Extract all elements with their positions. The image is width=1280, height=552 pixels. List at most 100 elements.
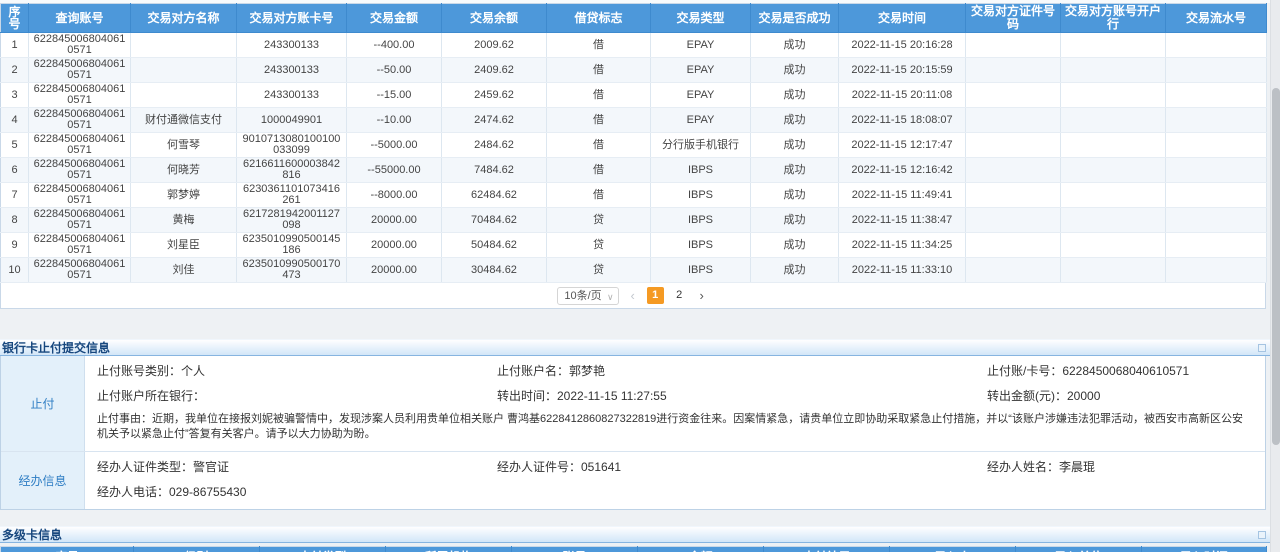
table-row: 7 6228450068040610571 郭梦婷 62303611010734… [1, 183, 1267, 208]
cell-debit-credit-flag: 借 [547, 58, 651, 83]
cell-serial-no [1166, 158, 1267, 183]
cell-counterparty-name [131, 58, 237, 83]
cell-counterparty-id [966, 133, 1061, 158]
cell-counterparty-name: 黄梅 [131, 208, 237, 233]
field-stop-account-type: 止付账号类别：个人 [85, 359, 485, 384]
table-row: 2 6228450068040610571 243300133 --50.00 … [1, 58, 1267, 83]
cell-time: 2022-11-15 11:33:10 [839, 258, 966, 283]
transactions-table: 序号 查询账号 交易对方名称 交易对方账卡号 交易金额 交易余额 借贷标志 交易… [0, 3, 1267, 283]
col-header-mc-entry-unit: 录入单位 [1016, 547, 1142, 552]
cell-counterparty-name: 何雪琴 [131, 133, 237, 158]
scrollbar-thumb[interactable] [1272, 88, 1280, 445]
col-header-mc-institution: 所属机构 [386, 547, 512, 552]
cell-query-account: 6228450068040610571 [29, 133, 131, 158]
col-header-debit-credit-flag: 借贷标志 [547, 4, 651, 33]
multi-card-section-title: 多级卡信息 [0, 526, 1280, 543]
col-header-mc-entered-by: 录入人 [890, 547, 1016, 552]
cell-amount: --15.00 [347, 83, 442, 108]
cell-query-account: 6228450068040610571 [29, 158, 131, 183]
cell-debit-credit-flag: 借 [547, 183, 651, 208]
collapse-icon[interactable] [1258, 531, 1266, 539]
chevron-right-icon: › [699, 288, 703, 303]
cell-amount: --8000.00 [347, 183, 442, 208]
cell-counterparty-name [131, 33, 237, 58]
stop-payment-panel: 止付 止付账号类别：个人 止付账户名：郭梦艳 止付账/卡号：6228450068… [0, 356, 1266, 510]
cell-counterparty-bank [1061, 133, 1166, 158]
table-row: 3 6228450068040610571 243300133 --15.00 … [1, 83, 1267, 108]
cell-seq: 7 [1, 183, 29, 208]
cell-query-account: 6228450068040610571 [29, 258, 131, 283]
col-header-seq: 序号 [1, 4, 29, 33]
cell-counterparty-id [966, 233, 1061, 258]
cell-balance: 2459.62 [442, 83, 547, 108]
cell-counterparty-id [966, 258, 1061, 283]
multi-card-section-title-text: 多级卡信息 [2, 528, 62, 542]
cell-counterparty-card: 6216611600003842816 [237, 158, 347, 183]
prev-page-button[interactable]: ‹ [626, 287, 640, 305]
agent-info-group-label: 经办信息 [1, 452, 85, 509]
stop-payment-group-label: 止付 [1, 356, 85, 451]
cell-counterparty-bank [1061, 233, 1166, 258]
col-header-mc-result: 止付结果 [764, 547, 890, 552]
cell-balance: 2409.62 [442, 58, 547, 83]
cell-debit-credit-flag: 贷 [547, 208, 651, 233]
col-header-serial-no: 交易流水号 [1166, 4, 1267, 33]
cell-seq: 5 [1, 133, 29, 158]
next-page-button[interactable]: › [695, 287, 709, 305]
chevron-down-icon: ∨ [607, 289, 614, 305]
stop-payment-section-title: 银行卡止付提交信息 [0, 339, 1280, 356]
cell-counterparty-card: 6235010990500145186 [237, 233, 347, 258]
col-header-counterparty-name: 交易对方名称 [131, 4, 237, 33]
cell-query-account: 6228450068040610571 [29, 33, 131, 58]
cell-balance: 70484.62 [442, 208, 547, 233]
cell-time: 2022-11-15 20:16:28 [839, 33, 966, 58]
cell-serial-no [1166, 108, 1267, 133]
field-transfer-amount: 转出金额(元)：20000 [975, 384, 1265, 409]
cell-counterparty-card: 243300133 [237, 58, 347, 83]
cell-serial-no [1166, 233, 1267, 258]
cell-counterparty-card: 9010713080100100033099 [237, 133, 347, 158]
table-row: 4 6228450068040610571 财付通微信支付 1000049901… [1, 108, 1267, 133]
chevron-left-icon: ‹ [630, 288, 634, 303]
cell-counterparty-bank [1061, 258, 1166, 283]
cell-success: 成功 [751, 258, 839, 283]
cell-debit-credit-flag: 借 [547, 108, 651, 133]
page-button-2[interactable]: 2 [671, 287, 688, 304]
col-header-time: 交易时间 [839, 4, 966, 33]
cell-time: 2022-11-15 12:17:47 [839, 133, 966, 158]
field-agent-cert-type: 经办人证件类型：警官证 [85, 455, 485, 480]
cell-balance: 2484.62 [442, 133, 547, 158]
cell-counterparty-bank [1061, 33, 1166, 58]
cell-counterparty-id [966, 208, 1061, 233]
cell-counterparty-id [966, 83, 1061, 108]
cell-counterparty-bank [1061, 58, 1166, 83]
cell-query-account: 6228450068040610571 [29, 183, 131, 208]
cell-debit-credit-flag: 借 [547, 83, 651, 108]
cell-success: 成功 [751, 58, 839, 83]
field-stop-bank: 止付账户所在银行： [85, 384, 485, 409]
cell-counterparty-id [966, 58, 1061, 83]
cell-counterparty-card: 1000049901 [237, 108, 347, 133]
cell-counterparty-name: 刘佳 [131, 258, 237, 283]
cell-counterparty-id [966, 183, 1061, 208]
cell-amount: --400.00 [347, 33, 442, 58]
cell-time: 2022-11-15 12:16:42 [839, 158, 966, 183]
cell-serial-no [1166, 33, 1267, 58]
cell-success: 成功 [751, 108, 839, 133]
transactions-body: 1 6228450068040610571 243300133 --400.00… [1, 33, 1267, 283]
cell-amount: 20000.00 [347, 233, 442, 258]
col-header-mc-balance: 余额 [638, 547, 764, 552]
cell-amount: --5000.00 [347, 133, 442, 158]
cell-type: EPAY [651, 108, 751, 133]
page-size-select[interactable]: 10条/页 ∨ [557, 287, 618, 305]
vertical-scrollbar[interactable] [1270, 0, 1280, 552]
col-header-mc-entry-time: 录入时间 [1142, 547, 1267, 552]
col-header-type: 交易类型 [651, 4, 751, 33]
cell-counterparty-bank [1061, 208, 1166, 233]
stop-payment-section-title-text: 银行卡止付提交信息 [2, 341, 110, 355]
page-button-1[interactable]: 1 [647, 287, 664, 304]
cell-query-account: 6228450068040610571 [29, 233, 131, 258]
cell-counterparty-card: 243300133 [237, 83, 347, 108]
cell-query-account: 6228450068040610571 [29, 58, 131, 83]
collapse-icon[interactable] [1258, 344, 1266, 352]
